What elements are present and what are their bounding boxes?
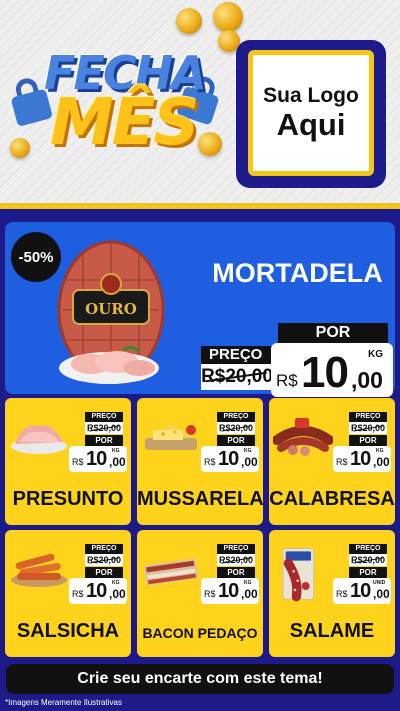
price-integer: 10 — [350, 580, 371, 602]
currency-symbol: R$ — [72, 589, 84, 599]
preco-label: PREÇO — [217, 544, 255, 554]
por-label: POR — [85, 435, 123, 446]
gold-coin-icon — [213, 2, 243, 32]
preco-label: PREÇO — [85, 412, 123, 422]
new-price: R$ 10 ,00 KG — [333, 446, 391, 472]
product-name: PRESUNTO — [12, 488, 124, 510]
price-unit: UNID — [373, 580, 386, 586]
por-label: POR — [349, 435, 387, 446]
gold-coin-icon — [10, 138, 30, 158]
new-price: R$ 10 ,00 KG — [69, 446, 127, 472]
price-unit: KG — [112, 580, 120, 586]
currency-symbol: R$ — [276, 371, 298, 390]
old-price: R$20,00 — [349, 422, 387, 434]
price-integer: 10 — [301, 348, 349, 397]
disclaimer-text: *Imagens Meramente Ilustrativas — [5, 698, 122, 707]
old-price: R$20,00 — [85, 422, 123, 434]
por-label: POR — [85, 567, 123, 578]
new-price: R$ 10 ,00 KG — [201, 446, 259, 472]
product-card-salame: PREÇO R$20,00 POR R$ 10 ,00 UNID SALAME — [269, 530, 395, 657]
preco-label: PREÇO — [85, 544, 123, 554]
currency-symbol: R$ — [336, 457, 348, 467]
price-decimal: ,00 — [241, 455, 258, 469]
mortadela-product-image: OURO — [57, 240, 165, 384]
currency-symbol: R$ — [336, 589, 348, 599]
mussarela-product-image — [145, 424, 197, 450]
presunto-product-image — [11, 425, 67, 454]
price-integer: 10 — [350, 448, 371, 470]
preco-label: PREÇO — [217, 412, 255, 422]
logo-text-line1: Sua Logo — [263, 83, 359, 107]
old-price: R$20,00 — [201, 364, 273, 390]
product-card-calabresa: PREÇO R$20,00 POR R$ 10 ,00 KG CALABRESA — [269, 398, 395, 525]
price-unit: KG — [244, 448, 252, 454]
price-integer: 10 — [86, 580, 107, 602]
featured-product-name: MORTADELA — [212, 258, 383, 288]
bacon-product-image — [144, 558, 198, 586]
por-label: POR — [278, 323, 388, 343]
price-decimal: ,00 — [373, 587, 390, 601]
price-integer: 10 — [218, 580, 239, 602]
campaign-title-line2: MÊS — [50, 86, 199, 160]
product-name: CALABRESA — [269, 488, 395, 510]
header-banner: FECHA MÊS Sua Logo Aqui — [0, 0, 400, 203]
preco-label: PREÇO — [349, 412, 387, 422]
old-price: R$20,00 — [85, 554, 123, 566]
new-price: R$ 10 ,00 KG — [69, 578, 127, 604]
logo-frame: Sua Logo Aqui — [248, 50, 374, 176]
price-decimal: ,00 — [109, 587, 126, 601]
preco-label: PREÇO — [201, 346, 273, 364]
new-price: R$ 10 ,00 KG — [271, 343, 393, 397]
product-name: SALAME — [289, 620, 375, 642]
price-unit: KG — [244, 580, 252, 586]
calabresa-product-image — [273, 418, 333, 456]
salsicha-product-image — [11, 553, 67, 587]
currency-symbol: R$ — [204, 589, 216, 599]
product-card-presunto: PREÇO R$20,00 POR R$ 10 ,00 KG PRESUNTO — [5, 398, 131, 525]
por-label: POR — [349, 567, 387, 578]
old-price: R$20,00 — [217, 554, 255, 566]
product-card-salsicha: PREÇO R$20,00 POR R$ 10 ,00 KG SALSICHA — [5, 530, 131, 657]
mortadela-brand-label: OURO — [85, 300, 137, 318]
currency-symbol: R$ — [72, 457, 84, 467]
product-card-mussarela: PREÇO R$20,00 POR R$ 10 ,00 KG MUSSARELA — [137, 398, 264, 525]
product-name: BACON PEDAÇO — [142, 625, 258, 641]
por-label: POR — [217, 435, 255, 446]
price-decimal: ,00 — [373, 455, 390, 469]
old-price: R$20,00 — [217, 422, 255, 434]
price-decimal: ,00 — [351, 367, 383, 393]
price-unit: KG — [368, 349, 383, 360]
old-price: R$20,00 — [349, 554, 387, 566]
logo-text-line2: Aqui — [276, 106, 346, 142]
price-unit: KG — [376, 448, 384, 454]
price-decimal: ,00 — [241, 587, 258, 601]
new-price: R$ 10 ,00 KG — [201, 578, 259, 604]
price-integer: 10 — [86, 448, 107, 470]
gold-coin-icon — [176, 8, 202, 34]
price-integer: 10 — [218, 448, 239, 470]
flyer-body: -50% OURO MORTADELA POR PREÇO R$20,00 R$… — [0, 209, 400, 711]
logo-placeholder: Sua Logo Aqui — [236, 40, 386, 188]
price-unit: KG — [112, 448, 120, 454]
gold-coin-icon — [198, 132, 222, 156]
cta-banner[interactable]: Crie seu encarte com este tema! — [6, 664, 394, 694]
new-price: R$ 10 ,00 UNID — [333, 578, 391, 604]
preco-label: PREÇO — [349, 544, 387, 554]
product-card-bacon: PREÇO R$20,00 POR R$ 10 ,00 KG BACON PED… — [137, 530, 263, 657]
salame-product-image — [282, 548, 314, 602]
product-name: SALSICHA — [16, 620, 120, 642]
featured-offer-card: -50% OURO MORTADELA POR PREÇO R$20,00 R$… — [5, 222, 395, 397]
currency-symbol: R$ — [204, 457, 216, 467]
por-label: POR — [217, 567, 255, 578]
price-decimal: ,00 — [109, 455, 126, 469]
product-name: MUSSARELA — [137, 488, 264, 510]
